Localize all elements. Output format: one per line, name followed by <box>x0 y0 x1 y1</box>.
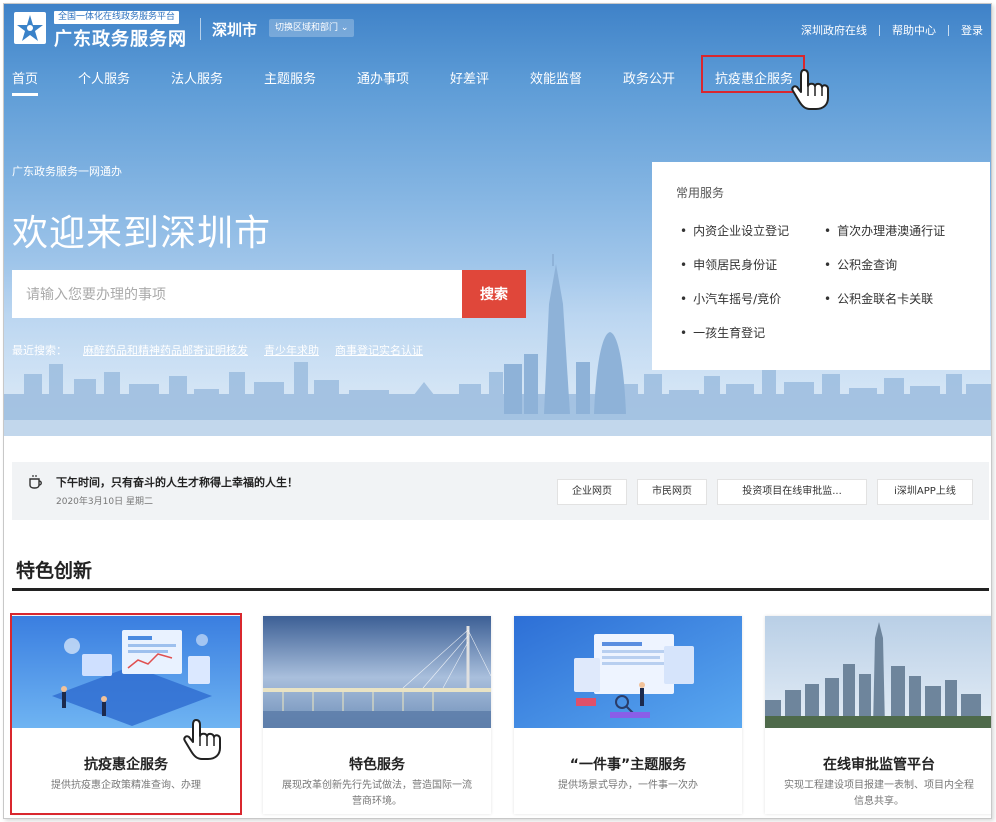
service-link[interactable]: 一孩生育登记 <box>680 324 765 341</box>
link-separator <box>879 24 880 36</box>
skyscraper-illustration <box>765 616 991 728</box>
info-bar: 下午时间，只有奋斗的人生才称得上幸福的人生！ 2020年3月10日 星期二 企业… <box>12 462 989 520</box>
card-image-bridge <box>263 616 491 728</box>
card-title: 在线审批监管平台 <box>823 757 935 773</box>
nav-item-home[interactable]: 首页 <box>12 68 38 87</box>
current-date: 2020年3月10日 星期二 <box>56 497 153 507</box>
recent-search-link[interactable]: 麻醉药品和精神药品邮寄证明核发 <box>83 342 248 358</box>
recent-search-link[interactable]: 青少年求助 <box>264 342 319 358</box>
link-separator <box>948 24 949 36</box>
nav-item-public[interactable]: 政务公开 <box>623 68 675 87</box>
greeting-motto: 下午时间，只有奋斗的人生才称得上幸福的人生！ <box>56 476 298 489</box>
hero-subtitle: 广东政务服务一网通办 <box>12 165 122 178</box>
nav-active-indicator <box>12 93 38 96</box>
nav-item-universal[interactable]: 通办事项 <box>357 68 409 87</box>
link-help-center[interactable]: 帮助中心 <box>892 22 936 38</box>
service-link[interactable]: 公积金联名卡关联 <box>824 290 933 307</box>
service-link[interactable]: 公积金查询 <box>824 256 897 273</box>
section-title: 特色创新 <box>16 560 93 582</box>
quick-link-app[interactable]: i深圳APP上线 <box>877 479 973 505</box>
site-logo-icon[interactable] <box>14 12 46 44</box>
card-title: 特色服务 <box>349 757 405 773</box>
recent-label: 最近搜索： <box>12 344 67 357</box>
card-description: 展现改革创新先行先试做法，营造国际一流营商环境。 <box>282 780 472 807</box>
service-link[interactable]: 内资企业设立登记 <box>680 222 789 239</box>
hero-title: 欢迎来到深圳市 <box>12 213 272 254</box>
documents-illustration <box>514 616 742 728</box>
header-divider <box>200 18 201 40</box>
common-services-panel: 常用服务 内资企业设立登记 首次办理港澳通行证 申领居民身份证 公积金查询 小汽… <box>652 162 990 370</box>
switch-region-label: 切换区域和部门 <box>275 23 339 33</box>
service-link[interactable]: 首次办理港澳通行证 <box>824 222 945 239</box>
quick-link-citizen[interactable]: 市民网页 <box>637 479 707 505</box>
feature-card-one-thing[interactable]: “一件事”主题服务 提供场景式导办，一件事一次办 <box>514 616 742 814</box>
coffee-cup-icon <box>29 475 42 489</box>
service-link[interactable]: 申领居民身份证 <box>680 256 777 273</box>
recent-searches: 最近搜索： 麻醉药品和精神药品邮寄证明核发 青少年求助 商事登记实名认证 <box>12 342 423 358</box>
service-link[interactable]: 小汽车摇号/竞价 <box>680 290 781 307</box>
hand-cursor-icon <box>183 719 221 760</box>
top-bar: 全国一体化在线政务服务平台 广东政务服务网 深圳市 切换区域和部门 ⌄ 深圳政府… <box>4 4 991 52</box>
browser-frame: 全国一体化在线政务服务平台 广东政务服务网 深圳市 切换区域和部门 ⌄ 深圳政府… <box>3 3 992 819</box>
card-description: 提供场景式导办，一件事一次办 <box>558 780 698 791</box>
switch-region-button[interactable]: 切换区域和部门 ⌄ <box>269 19 355 37</box>
search-input[interactable] <box>12 270 462 318</box>
card-highlight-box <box>10 613 242 815</box>
logo-tagline: 全国一体化在线政务服务平台 <box>54 11 180 24</box>
top-links: 深圳政府在线 帮助中心 登录 <box>801 22 983 38</box>
quick-link-investment[interactable]: 投资项目在线审批监... <box>717 479 867 505</box>
search-button[interactable]: 搜索 <box>462 270 526 318</box>
feature-card-approval[interactable]: 在线审批监管平台 实现工程建设项目报建一表制、项目内全程信息共享。 <box>765 616 991 814</box>
recent-search-link[interactable]: 商事登记实名认证 <box>335 342 423 358</box>
nav-item-personal[interactable]: 个人服务 <box>78 68 130 87</box>
feature-card-special[interactable]: 特色服务 展现改革创新先行先试做法，营造国际一流营商环境。 <box>263 616 491 814</box>
card-title: “一件事”主题服务 <box>569 757 687 773</box>
hand-cursor-icon <box>791 69 829 110</box>
common-services-title: 常用服务 <box>676 186 725 200</box>
nav-item-evaluation[interactable]: 好差评 <box>450 68 489 87</box>
card-description: 实现工程建设项目报建一表制、项目内全程信息共享。 <box>784 780 974 807</box>
nav-item-theme[interactable]: 主题服务 <box>264 68 316 87</box>
nav-item-supervision[interactable]: 效能监督 <box>530 68 582 87</box>
section-rule <box>12 588 989 591</box>
link-login[interactable]: 登录 <box>961 22 983 38</box>
nav-item-corporate[interactable]: 法人服务 <box>171 68 223 87</box>
chevron-down-icon: ⌄ <box>340 23 349 33</box>
site-title[interactable]: 广东政务服务网 <box>54 25 187 51</box>
search-box <box>12 270 462 318</box>
link-shenzhen-gov[interactable]: 深圳政府在线 <box>801 22 867 38</box>
card-image-documents <box>514 616 742 728</box>
bridge-illustration <box>263 616 491 728</box>
quick-link-enterprise[interactable]: 企业网页 <box>557 479 627 505</box>
city-name: 深圳市 <box>212 21 258 39</box>
card-image-skyscrapers <box>765 616 991 728</box>
